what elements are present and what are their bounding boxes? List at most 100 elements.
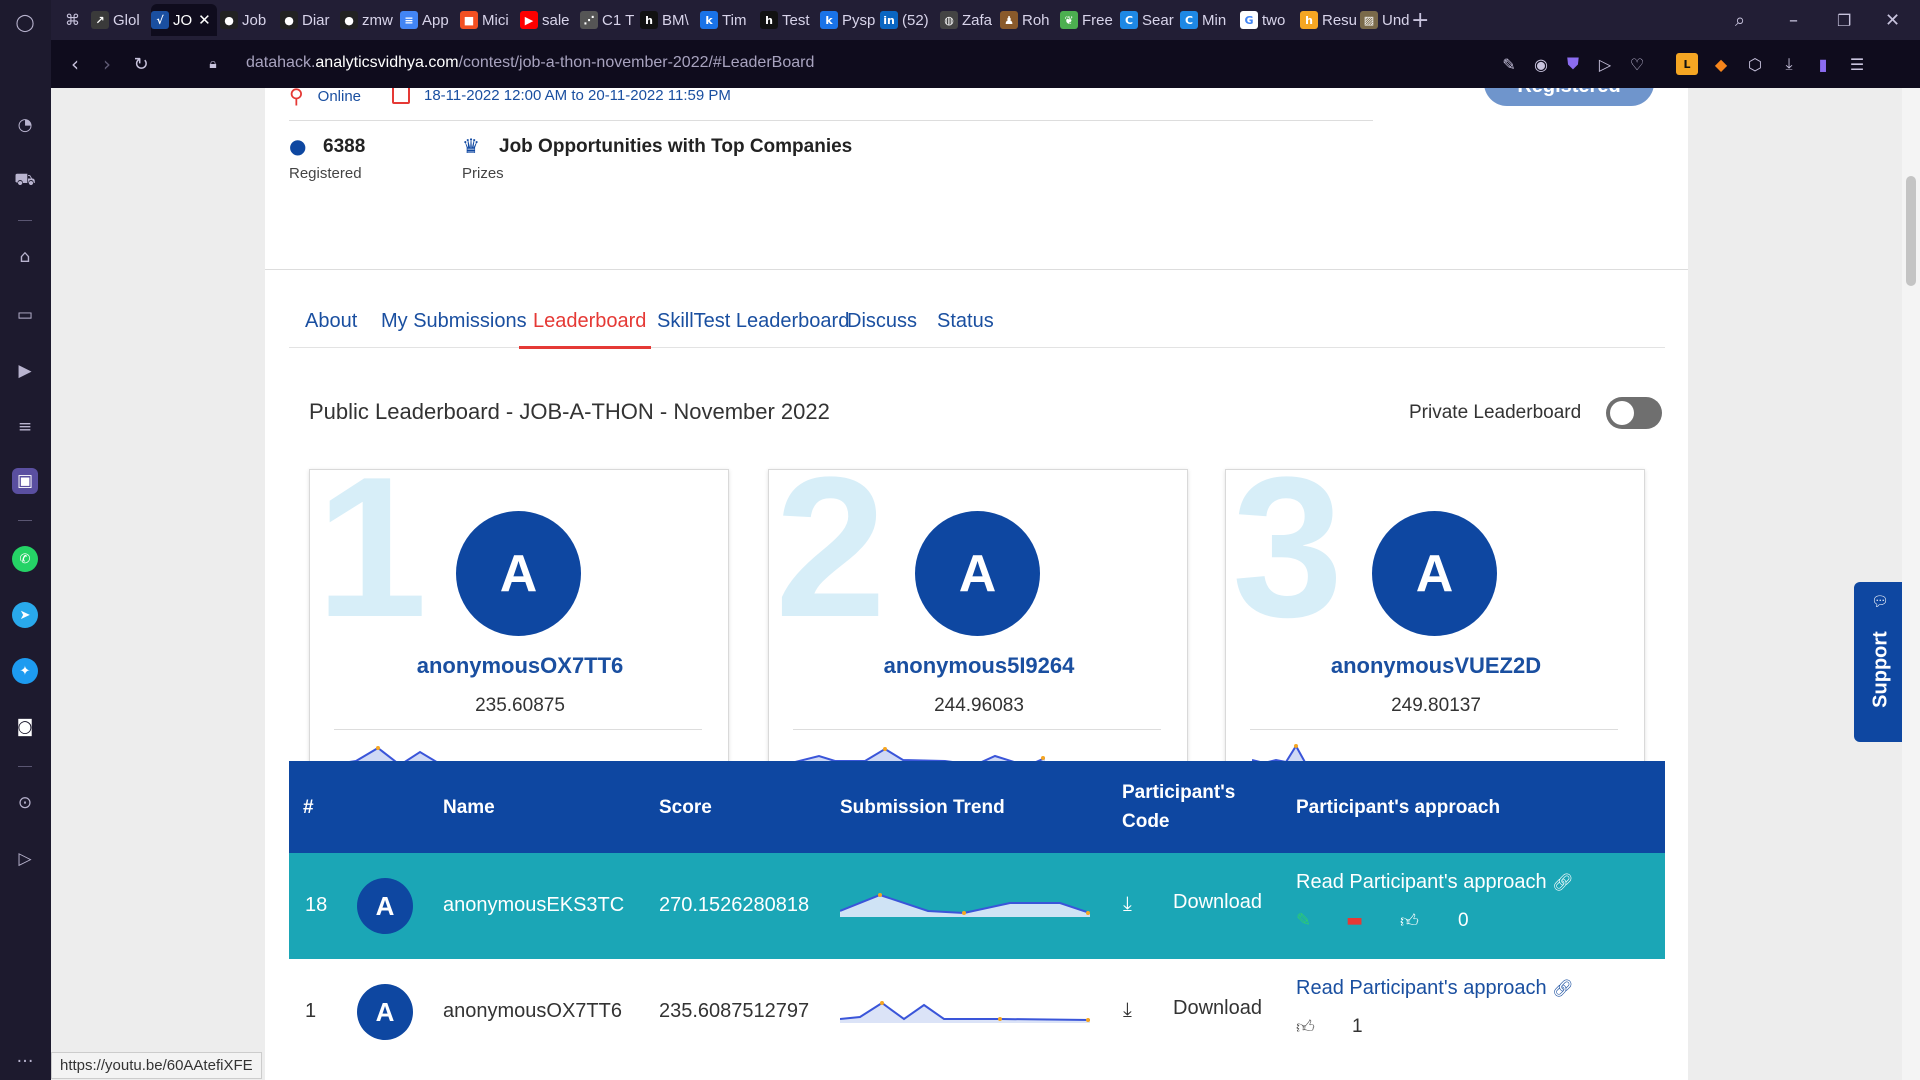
tab-status[interactable]: Status	[937, 310, 994, 333]
search-tabs-icon[interactable]: ⌕	[1735, 4, 1759, 36]
minimize-icon[interactable]: –	[1789, 4, 1813, 36]
heart-icon[interactable]: ♡	[1626, 53, 1648, 75]
delete-icon[interactable]: ▬	[1346, 910, 1363, 931]
podium-card-2[interactable]: 2 A anonymous5I9264 244.96083	[768, 469, 1188, 801]
podium-card-1[interactable]: 1 A anonymousOX7TT6 235.60875	[309, 469, 729, 801]
bag-icon[interactable]: ⛟	[12, 168, 38, 194]
send-page-icon[interactable]: ▷	[1594, 53, 1616, 75]
browser-tab-label: Free	[1082, 11, 1113, 29]
thumbs-up-icon[interactable]: 👍︎	[1296, 1016, 1315, 1038]
page-viewport: ⚲ Online 18-11-2022 12:00 AM to 20-11-20…	[51, 88, 1920, 1080]
approach-link[interactable]: Read Participant's approach 🔗︎	[1296, 977, 1574, 1000]
briefcase-icon[interactable]: ▣	[12, 468, 38, 494]
twitter-icon[interactable]: ✦	[12, 658, 38, 684]
reload-icon[interactable]: ↻	[129, 52, 153, 76]
browser-tab[interactable]: √ JO ✕	[151, 4, 217, 36]
close-window-icon[interactable]: ✕	[1885, 4, 1909, 36]
tab-leaderboard[interactable]: Leaderboard	[533, 310, 646, 333]
avatar: A	[456, 511, 581, 636]
lock-icon: 🔒︎	[209, 56, 217, 72]
github-icon: ●	[220, 11, 238, 29]
browser-tab[interactable]: h Resu	[1300, 4, 1357, 36]
camera-icon[interactable]: ◉	[1530, 53, 1552, 75]
browser-tab[interactable]: ● zmw	[340, 4, 397, 36]
player-icon[interactable]: ⊙	[12, 790, 38, 816]
browser-tab[interactable]: ↗ Glol	[91, 4, 148, 36]
url-field[interactable]: datahack.analyticsvidhya.com/contest/job…	[246, 54, 814, 72]
edit-icon[interactable]: ✎	[1498, 53, 1520, 75]
tab-skilltest-leaderboard[interactable]: SkillTest Leaderboard	[657, 310, 849, 333]
podium-card-3[interactable]: 3 A anonymousVUEZ2D 249.80137	[1225, 469, 1645, 801]
browser-tab[interactable]: ♟ Roh	[1000, 4, 1057, 36]
telegram-icon[interactable]: ➤	[12, 602, 38, 628]
column-submission-trend: Submission Trend	[840, 797, 1005, 818]
browser-tab[interactable]: ▶ sale	[520, 4, 577, 36]
download-icon[interactable]: ⤓	[1123, 891, 1132, 915]
podium-name[interactable]: anonymousVUEZ2D	[1226, 653, 1644, 679]
browser-tab[interactable]: ◍ Zafa	[940, 4, 997, 36]
browser-tab[interactable]: C Sear	[1120, 4, 1177, 36]
row-rank: 1	[305, 1000, 317, 1022]
private-leaderboard-toggle[interactable]	[1606, 397, 1662, 429]
browser-tab[interactable]: ● Diar	[280, 4, 337, 36]
browser-tab[interactable]: C Min	[1180, 4, 1237, 36]
browser-tab[interactable]: ▨ Und	[1360, 4, 1417, 36]
send-icon[interactable]: ▷	[12, 846, 38, 872]
browser-tab[interactable]: h Test	[760, 4, 817, 36]
video-icon[interactable]: ▶	[12, 358, 38, 384]
row-name[interactable]: anonymousEKS3TC	[443, 894, 624, 917]
close-tab-icon[interactable]: ✕	[198, 11, 211, 29]
download-link[interactable]: Download	[1173, 891, 1262, 914]
book-icon[interactable]: ▭	[12, 302, 38, 328]
approach-link[interactable]: Read Participant's approach 🔗︎	[1296, 871, 1574, 894]
browser-tab[interactable]: ❦ Free	[1060, 4, 1117, 36]
support-button[interactable]: 💬︎ Support	[1854, 582, 1902, 742]
divider	[265, 269, 1688, 270]
vpn-shield-icon[interactable]: ⛊	[1562, 53, 1584, 75]
h-icon: h	[1300, 11, 1318, 29]
home-icon[interactable]: ⌂	[12, 244, 38, 270]
podium-name[interactable]: anonymous5I9264	[769, 653, 1187, 679]
cube-icon[interactable]: ⬡	[1744, 53, 1766, 75]
browser-tab[interactable]: ⋰ C1 T	[580, 4, 637, 36]
prize-label: Prizes	[462, 165, 504, 182]
row-score: 235.6087512797	[659, 1000, 810, 1022]
avatar: A	[915, 511, 1040, 636]
tab-discuss[interactable]: Discuss	[847, 310, 917, 333]
tab-about[interactable]: About	[305, 310, 357, 333]
extension-icon[interactable]: L	[1676, 53, 1698, 75]
browser-tab[interactable]: ● Job	[220, 4, 277, 36]
browser-tab[interactable]: ■ Mici	[460, 4, 517, 36]
browser-tab-label: Sear	[1142, 11, 1174, 29]
metamask-icon[interactable]: ◆	[1710, 53, 1732, 75]
browser-tab[interactable]: in (52)	[880, 4, 937, 36]
back-icon[interactable]: ‹	[63, 52, 87, 76]
edit-icon[interactable]: ✎	[1296, 910, 1311, 931]
more-icon[interactable]: …	[12, 1044, 38, 1070]
tab-my-submissions[interactable]: My Submissions	[381, 310, 527, 333]
forward-icon[interactable]: ›	[95, 52, 119, 76]
discord-icon[interactable]: ◙	[12, 714, 38, 740]
new-tab-icon[interactable]: +	[1411, 4, 1435, 36]
browser-tab[interactable]: k Pysp	[820, 4, 877, 36]
podium-name[interactable]: anonymousOX7TT6	[310, 653, 728, 679]
download-icon[interactable]: ⤓	[1123, 997, 1132, 1021]
document-icon[interactable]: ≡	[12, 414, 38, 440]
restore-icon[interactable]: ❐	[1837, 4, 1861, 36]
settings-icon[interactable]: ☰	[1846, 53, 1868, 75]
battery-icon[interactable]: ▮	[1812, 53, 1834, 75]
browser-tab[interactable]: h BM\	[640, 4, 697, 36]
browser-tab[interactable]: k Tim	[700, 4, 757, 36]
download-link[interactable]: Download	[1173, 997, 1262, 1020]
page-scrollbar[interactable]	[1902, 88, 1920, 1080]
scrollbar-thumb[interactable]	[1906, 176, 1916, 286]
whatsapp-icon[interactable]: ✆	[12, 546, 38, 572]
opera-logo-icon[interactable]: ◯	[12, 10, 38, 36]
browser-tab[interactable]: ≡ App	[400, 4, 457, 36]
registered-button[interactable]: Registered	[1484, 88, 1654, 106]
thumbs-up-icon[interactable]: 👍︎	[1400, 910, 1419, 932]
browser-tab[interactable]: Gtwo	[1240, 4, 1297, 36]
row-name[interactable]: anonymousOX7TT6	[443, 1000, 622, 1023]
download-icon[interactable]: ⤓	[1778, 53, 1800, 75]
speed-dial-icon[interactable]: ◔	[12, 112, 38, 138]
